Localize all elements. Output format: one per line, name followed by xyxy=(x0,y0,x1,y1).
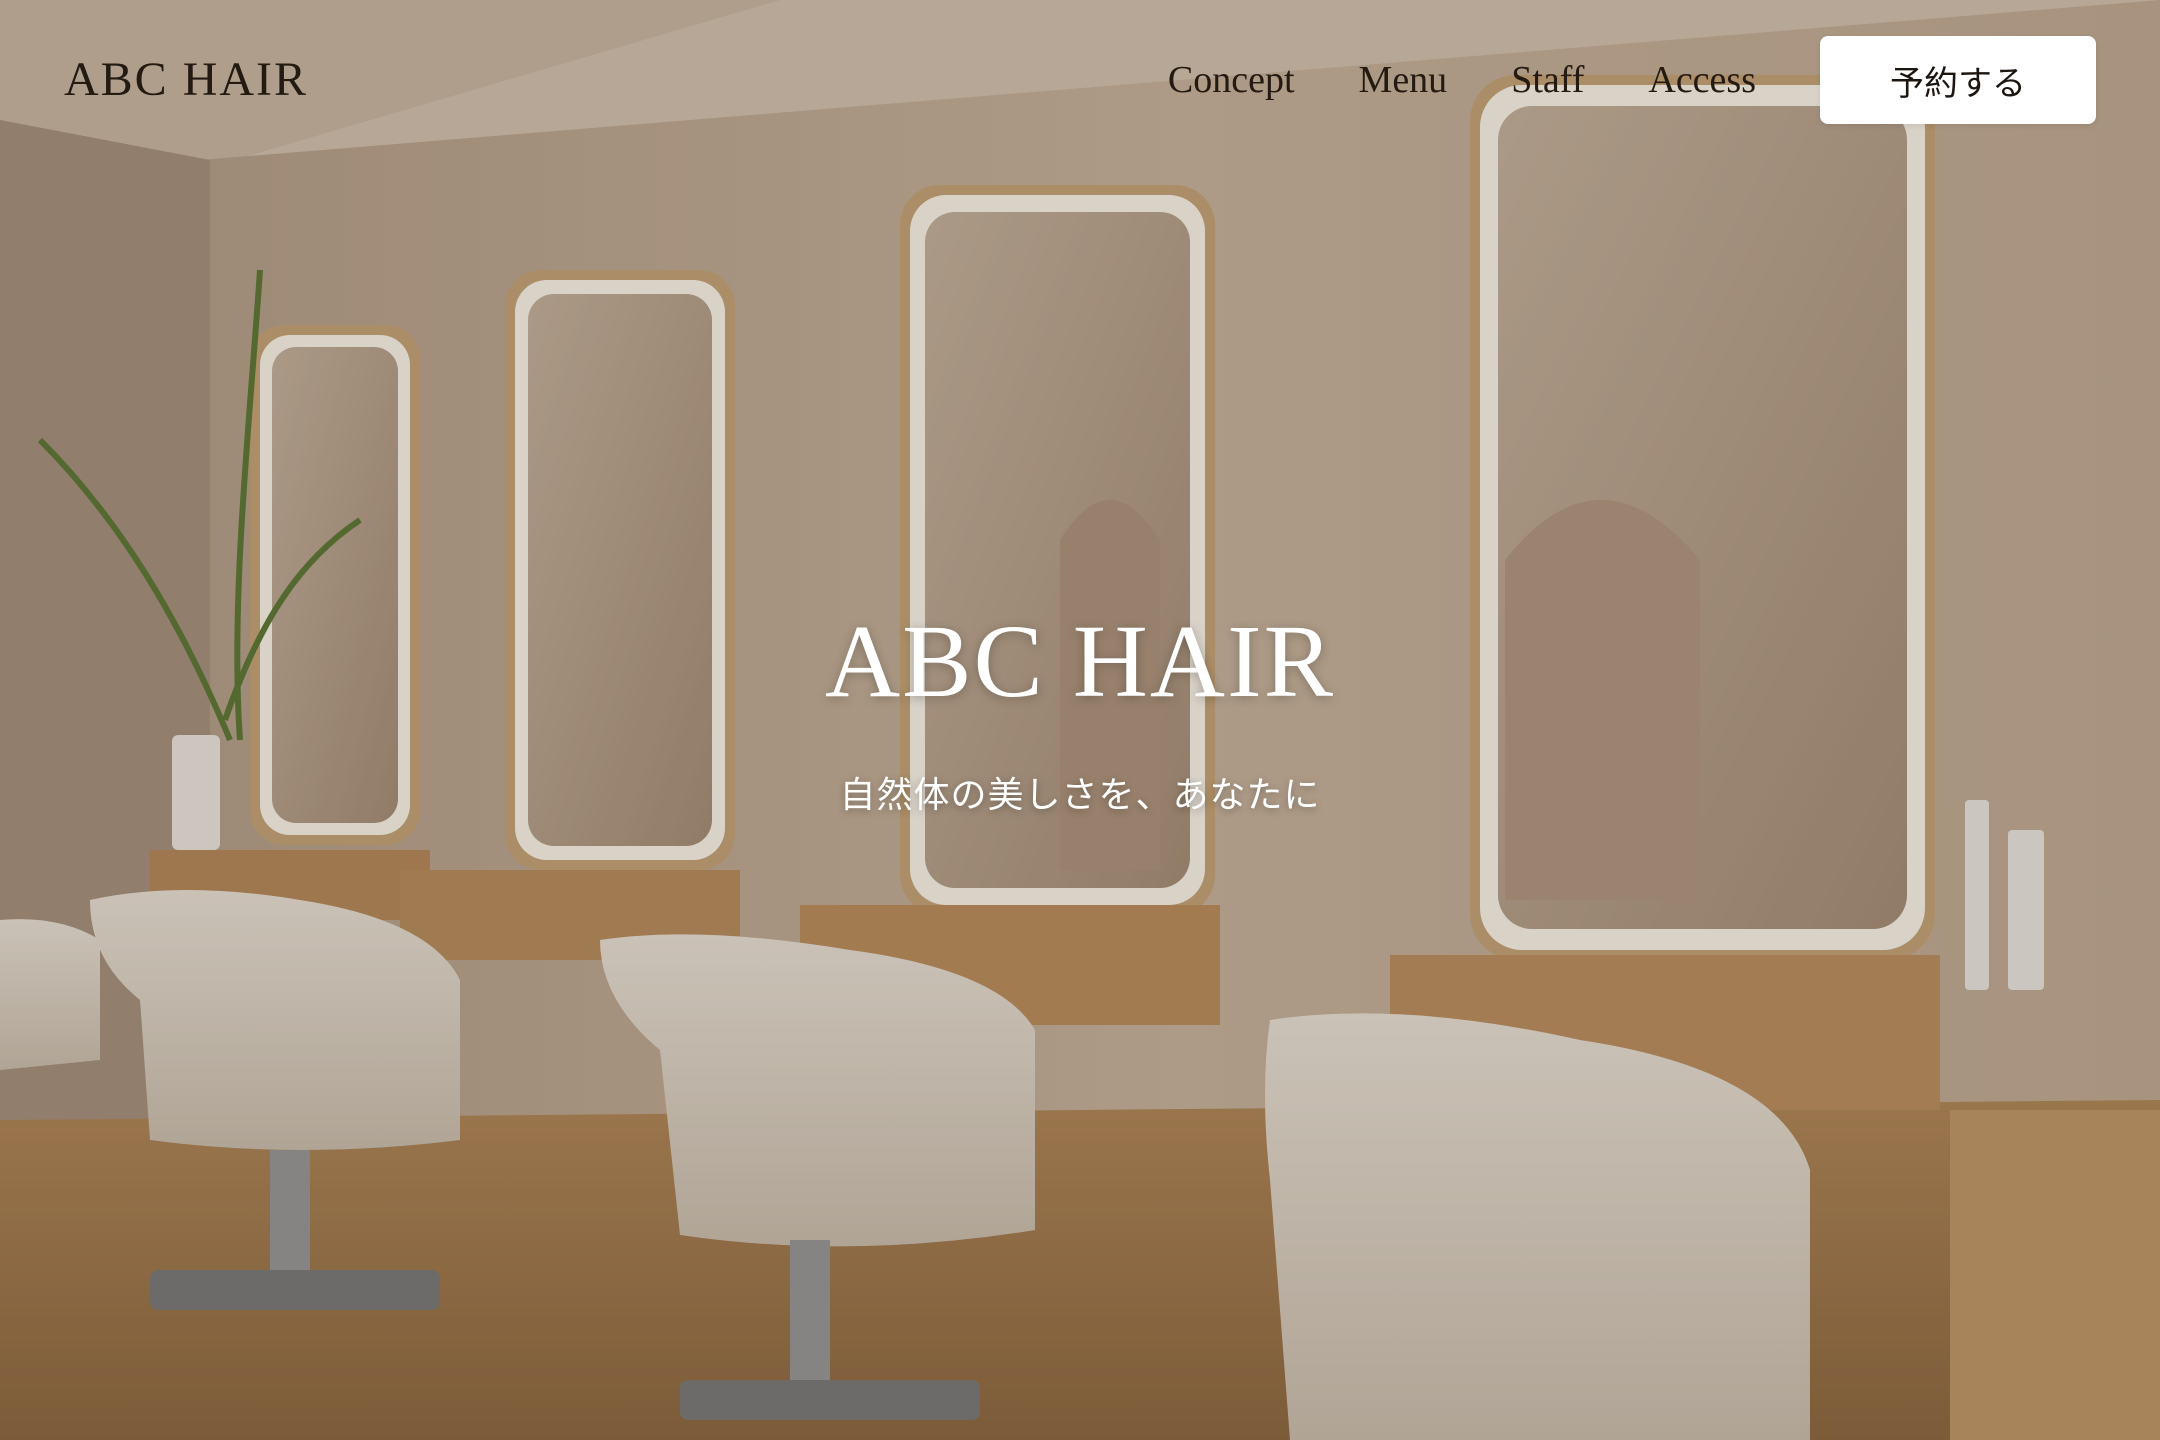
hero-copy: ABC HAIR 自然体の美しさを、あなたに xyxy=(0,610,2160,818)
site-header: ABC HAIR Concept Menu Staff Access 予約する xyxy=(0,0,2160,160)
site-logo[interactable]: ABC HAIR xyxy=(64,52,308,107)
main-nav: Concept Menu Staff Access 予約する xyxy=(1168,36,2160,124)
hero-title: ABC HAIR xyxy=(824,604,1336,719)
nav-link-access[interactable]: Access xyxy=(1648,58,1756,102)
reserve-button[interactable]: 予約する xyxy=(1820,36,2096,124)
nav-link-menu[interactable]: Menu xyxy=(1359,58,1448,102)
nav-link-concept[interactable]: Concept xyxy=(1168,58,1295,102)
hero-subtitle: 自然体の美しさを、あなたに xyxy=(839,775,1321,816)
nav-link-staff[interactable]: Staff xyxy=(1511,58,1584,102)
